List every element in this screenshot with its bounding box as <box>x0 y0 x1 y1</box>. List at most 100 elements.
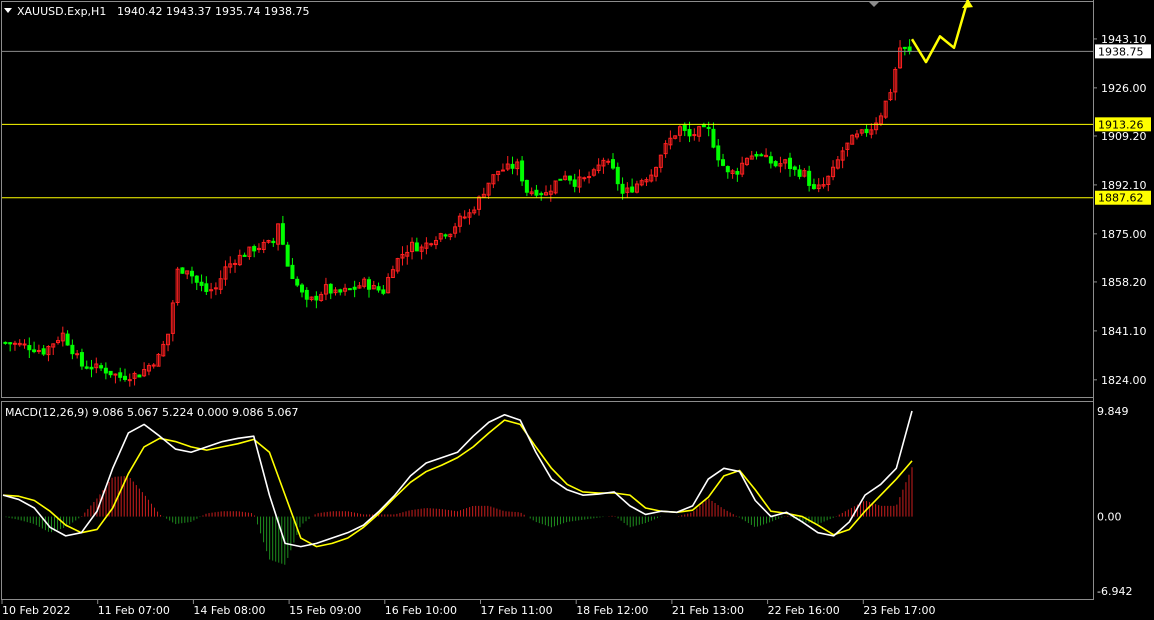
candle-body <box>32 349 37 353</box>
candle-body <box>610 159 615 169</box>
candle-body <box>290 264 295 280</box>
candle-body <box>122 375 127 380</box>
time-tick-label: 18 Feb 12:00 <box>576 604 648 617</box>
candle-body <box>280 223 285 245</box>
candle-body <box>12 342 17 345</box>
candle-body <box>754 153 759 157</box>
price-tick-label: 1926.00 <box>1101 82 1147 95</box>
price-tick-label: 1943.10 <box>1101 33 1147 46</box>
candle-body <box>27 345 32 351</box>
macd-tick-label: 0.00 <box>1097 511 1122 524</box>
candle-body <box>36 349 41 352</box>
candle-body <box>295 278 300 286</box>
macd-line <box>2 410 913 548</box>
candle-body <box>725 166 730 173</box>
candle-body <box>582 177 587 180</box>
candle-body <box>285 244 290 267</box>
candle-body <box>687 129 692 137</box>
candle-body <box>41 348 46 355</box>
candle-body <box>3 341 8 344</box>
macd-tick-label: -6.942 <box>1097 585 1132 598</box>
candle-body <box>615 166 620 185</box>
candle-body <box>706 126 711 129</box>
candle-body <box>204 283 209 292</box>
chart-window: 1943.10 1926.00 1909.20 1892.10 1875.00 1858.… <box>0 0 1154 620</box>
candle-body <box>22 343 27 346</box>
candle-body <box>194 275 199 283</box>
time-tick-label: 10 Feb 2022 <box>2 604 70 617</box>
candle-body <box>304 289 309 300</box>
candle-body <box>328 283 333 294</box>
candle-body <box>606 160 611 163</box>
candle-body <box>520 160 525 182</box>
candle-body <box>864 128 869 134</box>
candle-body <box>572 179 577 187</box>
candle-body <box>721 159 726 166</box>
price-tick-label: 1892.10 <box>1101 179 1147 192</box>
candle-body <box>620 183 625 194</box>
candle-body <box>252 246 257 252</box>
candle-body <box>65 333 70 346</box>
candle-body <box>443 234 448 237</box>
candle-body <box>902 46 907 49</box>
level-label: 1887.62 <box>1098 192 1144 205</box>
candle-body <box>314 295 319 301</box>
candle-body <box>462 216 467 219</box>
time-tick-label: 16 Feb 10:00 <box>385 604 457 617</box>
ohlc-label: 1940.42 1943.37 1935.74 1938.75 <box>117 5 309 18</box>
candle-body <box>630 186 635 193</box>
candle-body <box>907 46 912 52</box>
dropdown-triangle-icon[interactable] <box>4 8 12 13</box>
candle-body <box>788 157 793 170</box>
forecast-layer <box>910 0 973 64</box>
candle-body <box>84 366 89 369</box>
time-tick-label: 17 Feb 11:00 <box>481 604 553 617</box>
candle-body <box>807 170 812 186</box>
time-tick-label: 15 Feb 09:00 <box>289 604 361 617</box>
time-tick-label: 22 Feb 16:00 <box>768 604 840 617</box>
candle-body <box>99 365 104 369</box>
scroll-marker-icon[interactable] <box>868 1 880 7</box>
candle-body <box>539 193 544 196</box>
candle-body <box>189 270 194 277</box>
macd-axis: 9.849 0.00 -6.942 <box>1097 405 1132 598</box>
price-tick-label: 1824.00 <box>1101 374 1147 387</box>
time-tick-label: 11 Feb 07:00 <box>98 604 170 617</box>
candle-body <box>213 287 218 290</box>
candle-body <box>510 163 515 169</box>
candle-body <box>199 281 204 286</box>
candle-body <box>534 189 539 196</box>
candle-body <box>792 166 797 170</box>
price-axis: 1943.10 1926.00 1909.20 1892.10 1875.00 1858.… <box>1093 33 1151 387</box>
candle-body <box>429 243 434 246</box>
candle-body <box>768 156 773 164</box>
price-tick-label: 1875.00 <box>1101 228 1147 241</box>
candle-body <box>271 240 276 244</box>
time-axis: 10 Feb 2022 11 Feb 07:00 14 Feb 08:00 15 Fe… <box>1 600 935 617</box>
level-label: 1913.26 <box>1098 118 1144 131</box>
signal-line <box>2 419 913 548</box>
candle-body <box>716 145 721 161</box>
price-tick-label: 1858.20 <box>1101 276 1147 289</box>
candle-body <box>701 124 706 128</box>
candle-body <box>381 289 386 294</box>
macd-lines <box>2 410 913 548</box>
candle-body <box>79 352 84 367</box>
candle-body <box>587 176 592 179</box>
macd-label: MACD(12,26,9) 9.086 5.067 5.224 0.000 9.… <box>5 406 298 419</box>
time-tick-label: 14 Feb 08:00 <box>193 604 265 617</box>
price-panel-frame <box>1 1 1094 398</box>
candle-body <box>759 154 764 157</box>
levels-layer <box>2 50 1093 199</box>
candle-body <box>70 344 75 355</box>
candle-body <box>366 279 371 290</box>
candle-body <box>233 262 238 265</box>
candle-body <box>682 124 687 131</box>
candle-body <box>113 373 118 376</box>
candle-body <box>376 286 381 291</box>
symbol-label: XAUUSD.Exp,H1 <box>17 5 106 18</box>
candle-body <box>735 171 740 175</box>
macd-tick-label: 9.849 <box>1097 405 1129 418</box>
candle-body <box>300 284 305 293</box>
time-tick-label: 23 Feb 17:00 <box>863 604 935 617</box>
